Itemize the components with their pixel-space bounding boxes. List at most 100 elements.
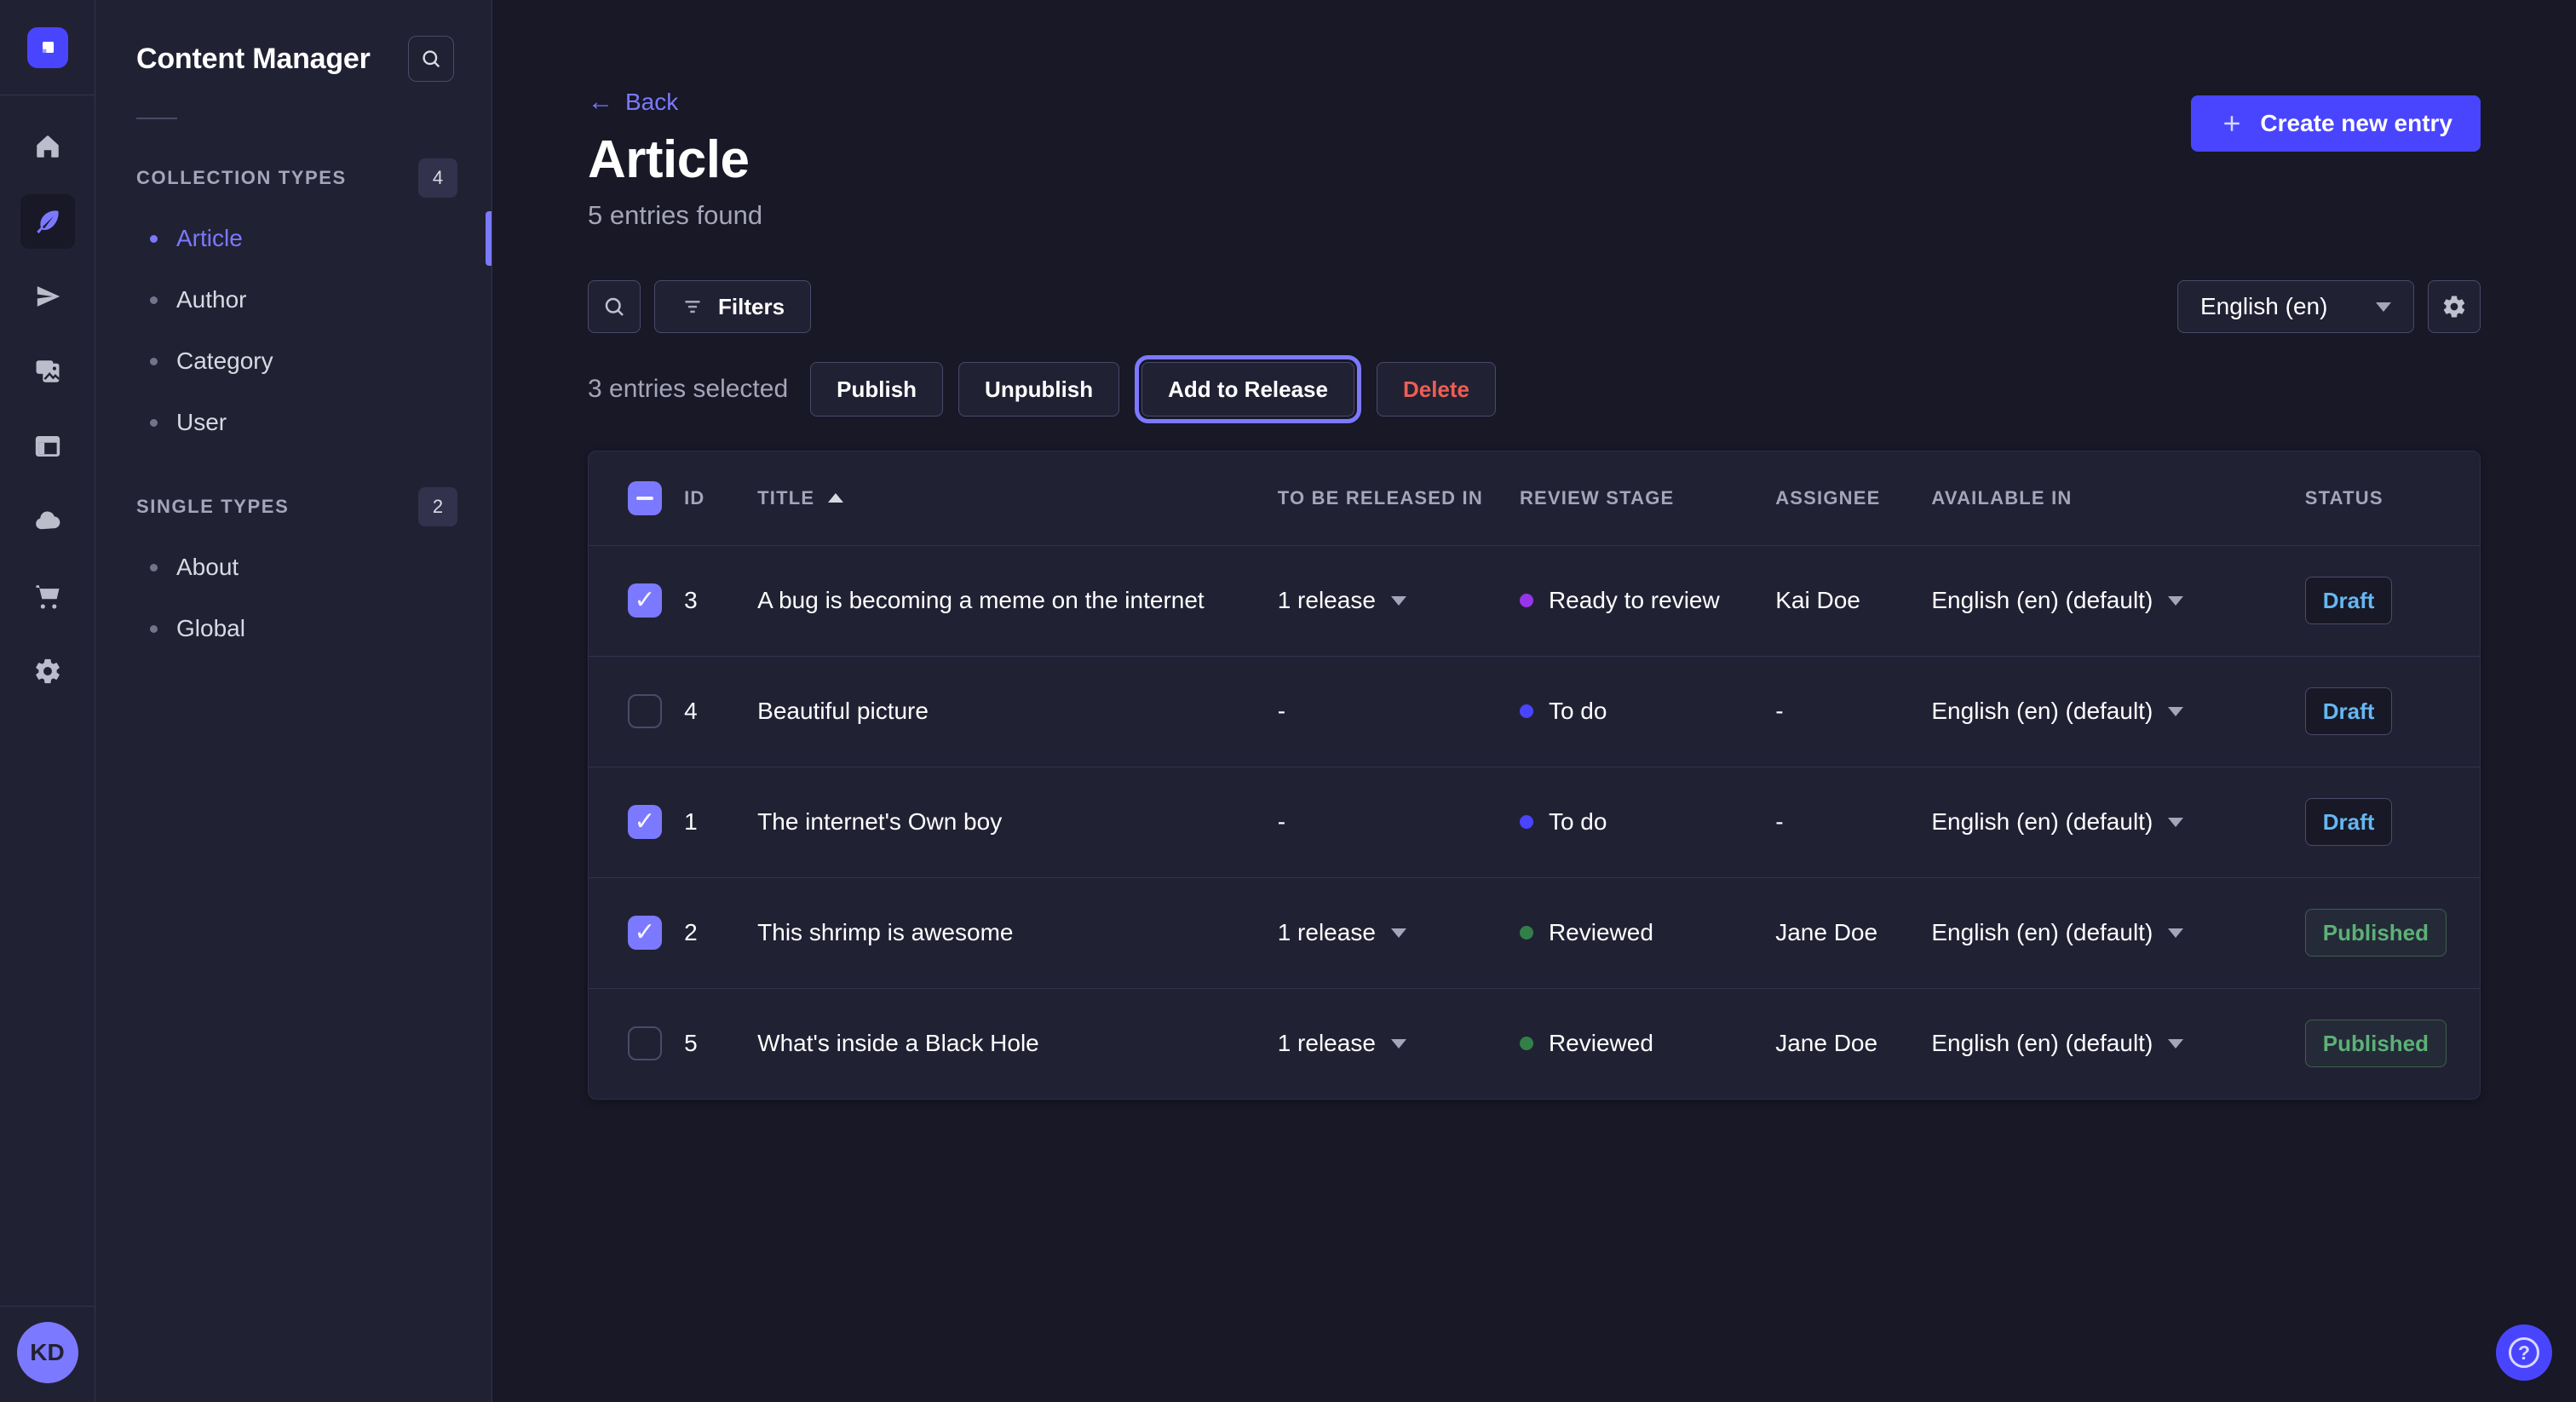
arrow-left-icon: ← xyxy=(588,89,613,115)
table-row[interactable]: 5 What's inside a Black Hole 1 release R… xyxy=(589,988,2480,1099)
settings-gear-icon[interactable] xyxy=(20,644,75,698)
available-in-dropdown[interactable]: English (en) (default) xyxy=(1931,698,2284,725)
table-row[interactable]: ✓ 3 A bug is becoming a meme on the inte… xyxy=(589,545,2480,656)
row-checkbox[interactable]: ✓ xyxy=(628,916,662,950)
section-count-badge: 2 xyxy=(418,487,457,526)
row-checkbox[interactable]: ✓ xyxy=(628,805,662,839)
gear-icon xyxy=(2441,294,2467,319)
content-type-builder-icon[interactable] xyxy=(20,419,75,474)
check-icon: ✓ xyxy=(634,920,655,945)
select-all-checkbox[interactable] xyxy=(628,481,662,515)
available-in-dropdown[interactable]: English (en) (default) xyxy=(1931,919,2284,946)
content-manager-feather-icon[interactable] xyxy=(20,194,75,249)
back-link[interactable]: ← Back xyxy=(588,89,678,116)
sidebar-item-author[interactable]: Author xyxy=(95,269,492,330)
cell-assignee: - xyxy=(1775,656,1931,767)
chevron-down-icon xyxy=(2168,818,2183,827)
bullet-icon xyxy=(150,564,158,572)
marketplace-cart-icon[interactable] xyxy=(20,569,75,623)
publish-button[interactable]: Publish xyxy=(810,362,943,417)
stage-dot-icon xyxy=(1520,594,1533,607)
release-dropdown[interactable]: 1 release xyxy=(1278,587,1499,614)
table-row[interactable]: 4 Beautiful picture - To do - English (e… xyxy=(589,656,2480,767)
filters-button[interactable]: Filters xyxy=(654,280,811,333)
locale-select[interactable]: English (en) xyxy=(2177,280,2414,333)
sidebar-divider xyxy=(136,118,177,119)
active-indicator xyxy=(486,211,492,266)
review-stage: To do xyxy=(1520,698,1755,725)
status-badge: Draft xyxy=(2305,687,2393,735)
release-dropdown[interactable]: 1 release xyxy=(1278,1030,1499,1057)
media-library-icon[interactable] xyxy=(20,344,75,399)
rail-footer: KD xyxy=(0,1306,95,1402)
review-stage: Ready to review xyxy=(1520,587,1755,614)
create-new-entry-button[interactable]: Create new entry xyxy=(2191,95,2481,152)
cell-id: 4 xyxy=(684,656,757,767)
help-button[interactable]: ? xyxy=(2496,1324,2552,1381)
back-label: Back xyxy=(625,89,678,116)
row-checkbox[interactable]: ✓ xyxy=(628,583,662,618)
available-in-dropdown[interactable]: English (en) (default) xyxy=(1931,587,2284,614)
sidebar-title: Content Manager xyxy=(136,43,371,76)
search-icon xyxy=(601,294,627,319)
unpublish-button[interactable]: Unpublish xyxy=(958,362,1119,417)
cell-title: The internet's Own boy xyxy=(757,767,1278,877)
bullet-icon xyxy=(150,419,158,427)
column-header-available-in: AVAILABLE IN xyxy=(1931,451,2304,545)
cell-title: What's inside a Black Hole xyxy=(757,988,1278,1099)
filter-icon xyxy=(681,295,704,319)
sidebar-item-global[interactable]: Global xyxy=(95,598,492,659)
list-search-button[interactable] xyxy=(588,280,641,333)
sidebar-item-article[interactable]: Article xyxy=(95,208,492,269)
column-header-title[interactable]: TITLE xyxy=(757,451,1278,545)
sidebar-item-user[interactable]: User xyxy=(95,392,492,453)
cell-id: 1 xyxy=(684,767,757,877)
user-avatar[interactable]: KD xyxy=(17,1322,78,1383)
column-header-assignee: ASSIGNEE xyxy=(1775,451,1931,545)
filters-label: Filters xyxy=(718,294,785,320)
cloud-icon[interactable] xyxy=(20,494,75,549)
cell-release: - xyxy=(1278,767,1520,877)
available-in-value: English (en) (default) xyxy=(1931,919,2153,946)
sidebar-item-about[interactable]: About xyxy=(95,537,492,598)
table-row[interactable]: ✓ 1 The internet's Own boy - To do - Eng… xyxy=(589,767,2480,877)
stage-label: To do xyxy=(1549,698,1607,725)
sidebar-search-button[interactable] xyxy=(408,36,454,82)
releases-send-icon[interactable] xyxy=(20,269,75,324)
add-to-release-button[interactable]: Add to Release xyxy=(1141,362,1354,417)
chevron-down-icon xyxy=(2168,1039,2183,1049)
single-types-section: SINGLE TYPES 2 About Global xyxy=(95,487,492,659)
content-manager-sidebar: Content Manager COLLECTION TYPES 4 Artic… xyxy=(95,0,492,1402)
collection-types-section: COLLECTION TYPES 4 Article Author Catego… xyxy=(95,158,492,453)
status-badge: Published xyxy=(2305,1020,2447,1067)
status-badge: Draft xyxy=(2305,798,2393,846)
chevron-down-icon xyxy=(2168,928,2183,938)
cell-assignee: Jane Doe xyxy=(1775,877,1931,988)
home-icon[interactable] xyxy=(20,119,75,174)
row-checkbox[interactable] xyxy=(628,1026,662,1060)
bullet-icon xyxy=(150,625,158,633)
table-row[interactable]: ✓ 2 This shrimp is awesome 1 release Rev… xyxy=(589,877,2480,988)
search-icon xyxy=(419,47,443,71)
section-label: COLLECTION TYPES xyxy=(136,167,347,189)
logo-wrap xyxy=(0,0,95,95)
section-count-badge: 4 xyxy=(418,158,457,198)
release-dropdown[interactable]: 1 release xyxy=(1278,919,1499,946)
toolbar: Filters English (en) xyxy=(588,280,2481,333)
section-label: SINGLE TYPES xyxy=(136,496,289,518)
available-in-dropdown[interactable]: English (en) (default) xyxy=(1931,808,2284,836)
selection-summary: 3 entries selected xyxy=(588,375,788,404)
sidebar-item-category[interactable]: Category xyxy=(95,330,492,392)
strapi-logo-icon[interactable] xyxy=(27,27,68,68)
main-nav-rail: KD xyxy=(0,0,95,1402)
cell-title: Beautiful picture xyxy=(757,656,1278,767)
stage-dot-icon xyxy=(1520,815,1533,829)
available-in-dropdown[interactable]: English (en) (default) xyxy=(1931,1030,2284,1057)
cell-assignee: Jane Doe xyxy=(1775,988,1931,1099)
view-settings-button[interactable] xyxy=(2428,280,2481,333)
row-checkbox[interactable] xyxy=(628,694,662,728)
delete-button[interactable]: Delete xyxy=(1377,362,1496,417)
create-new-entry-label: Create new entry xyxy=(2260,110,2452,137)
stage-label: Reviewed xyxy=(1549,919,1653,946)
table-header-row: ID TITLE TO BE RELEASED IN REVIEW STAGE … xyxy=(589,451,2480,545)
